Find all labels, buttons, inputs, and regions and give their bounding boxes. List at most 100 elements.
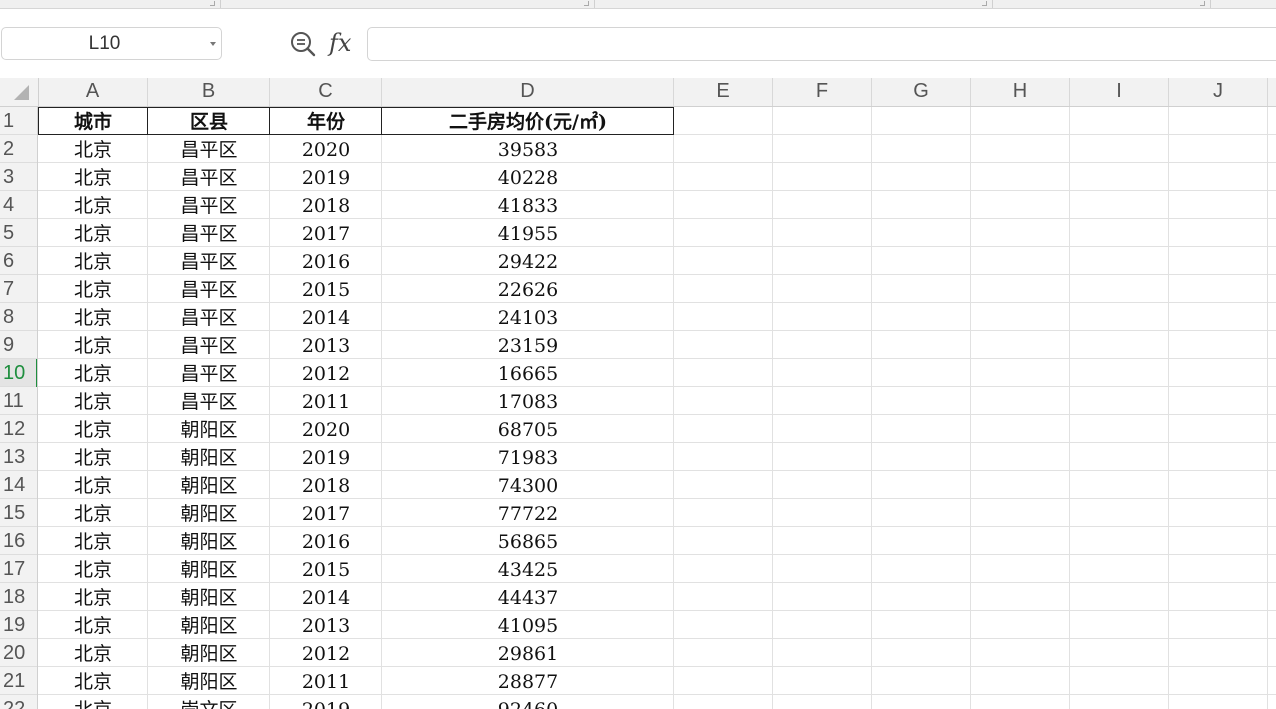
row-header-7[interactable]: 7 (0, 275, 37, 303)
table-cell[interactable]: 北京 (38, 247, 148, 275)
table-cell[interactable]: 朝阳区 (148, 443, 270, 471)
table-cell[interactable]: 昌平区 (148, 359, 270, 387)
table-cell[interactable]: 22626 (382, 275, 674, 303)
table-cell[interactable]: 北京 (38, 415, 148, 443)
table-cell[interactable]: 朝阳区 (148, 611, 270, 639)
table-cell[interactable]: 北京 (38, 443, 148, 471)
row-header-8[interactable]: 8 (0, 303, 37, 331)
insert-function-button[interactable]: fx (329, 27, 357, 59)
table-cell[interactable]: 2018 (270, 191, 382, 219)
table-cell[interactable]: 2020 (270, 135, 382, 163)
table-cell[interactable]: 29861 (382, 639, 674, 667)
table-cell[interactable]: 2012 (270, 359, 382, 387)
table-cell[interactable]: 41095 (382, 611, 674, 639)
row-header-1[interactable]: 1 (0, 107, 37, 135)
table-cell[interactable]: 北京 (38, 191, 148, 219)
table-cell[interactable]: 崇文区 (148, 695, 270, 709)
row-header-3[interactable]: 3 (0, 163, 37, 191)
table-cell[interactable]: 北京 (38, 499, 148, 527)
row-header-13[interactable]: 13 (0, 443, 37, 471)
column-header-g[interactable]: G (872, 78, 971, 106)
table-cell[interactable]: 北京 (38, 275, 148, 303)
select-all-corner[interactable] (0, 78, 39, 106)
table-cell[interactable]: 昌平区 (148, 247, 270, 275)
table-cell[interactable]: 朝阳区 (148, 499, 270, 527)
table-cell[interactable]: 北京 (38, 219, 148, 247)
table-cell[interactable]: 北京 (38, 611, 148, 639)
table-cell[interactable]: 昌平区 (148, 135, 270, 163)
table-cell[interactable]: 2014 (270, 303, 382, 331)
column-header-f[interactable]: F (773, 78, 872, 106)
table-cell[interactable]: 2016 (270, 247, 382, 275)
row-header-17[interactable]: 17 (0, 555, 37, 583)
table-cell[interactable]: 16665 (382, 359, 674, 387)
formula-input[interactable] (367, 27, 1276, 61)
table-cell[interactable]: 北京 (38, 695, 148, 709)
table-cell[interactable]: 北京 (38, 387, 148, 415)
row-header-15[interactable]: 15 (0, 499, 37, 527)
column-header-h[interactable]: H (971, 78, 1070, 106)
table-cell[interactable]: 北京 (38, 639, 148, 667)
table-cell[interactable]: 41955 (382, 219, 674, 247)
table-cell[interactable]: 2015 (270, 555, 382, 583)
column-header-a[interactable]: A (38, 78, 148, 106)
header-cell[interactable]: 年份 (270, 107, 382, 135)
table-cell[interactable]: 北京 (38, 303, 148, 331)
table-cell[interactable]: 北京 (38, 135, 148, 163)
row-header-11[interactable]: 11 (0, 387, 37, 415)
table-cell[interactable]: 昌平区 (148, 331, 270, 359)
row-header-19[interactable]: 19 (0, 611, 37, 639)
table-cell[interactable]: 2019 (270, 163, 382, 191)
row-header-21[interactable]: 21 (0, 667, 37, 695)
name-box[interactable]: L10 (1, 27, 222, 60)
row-header-12[interactable]: 12 (0, 415, 37, 443)
table-cell[interactable]: 2017 (270, 499, 382, 527)
table-cell[interactable]: 昌平区 (148, 275, 270, 303)
table-cell[interactable]: 56865 (382, 527, 674, 555)
table-cell[interactable]: 2014 (270, 583, 382, 611)
chevron-down-icon[interactable] (210, 42, 216, 46)
table-cell[interactable]: 朝阳区 (148, 471, 270, 499)
table-cell[interactable]: 昌平区 (148, 387, 270, 415)
table-cell[interactable]: 2020 (270, 415, 382, 443)
table-cell[interactable]: 北京 (38, 667, 148, 695)
table-cell[interactable]: 2015 (270, 275, 382, 303)
table-cell[interactable]: 23159 (382, 331, 674, 359)
table-cell[interactable]: 43425 (382, 555, 674, 583)
row-header-9[interactable]: 9 (0, 331, 37, 359)
column-header-e[interactable]: E (674, 78, 773, 106)
table-cell[interactable]: 2011 (270, 387, 382, 415)
column-header-j[interactable]: J (1169, 78, 1268, 106)
row-header-22[interactable]: 22 (0, 695, 37, 709)
header-cell[interactable]: 区县 (148, 107, 270, 135)
table-cell[interactable]: 朝阳区 (148, 415, 270, 443)
column-header-i[interactable]: I (1070, 78, 1169, 106)
table-cell[interactable]: 71983 (382, 443, 674, 471)
column-header-c[interactable]: C (270, 78, 382, 106)
table-cell[interactable]: 41833 (382, 191, 674, 219)
table-cell[interactable]: 2012 (270, 639, 382, 667)
table-cell[interactable]: 17083 (382, 387, 674, 415)
table-cell[interactable]: 昌平区 (148, 303, 270, 331)
table-cell[interactable]: 2019 (270, 695, 382, 709)
column-header-b[interactable]: B (148, 78, 270, 106)
table-cell[interactable]: 昌平区 (148, 191, 270, 219)
table-cell[interactable]: 北京 (38, 555, 148, 583)
table-cell[interactable]: 2018 (270, 471, 382, 499)
table-cell[interactable]: 2016 (270, 527, 382, 555)
table-cell[interactable]: 40228 (382, 163, 674, 191)
table-cell[interactable]: 74300 (382, 471, 674, 499)
row-header-20[interactable]: 20 (0, 639, 37, 667)
row-header-5[interactable]: 5 (0, 219, 37, 247)
table-cell[interactable]: 29422 (382, 247, 674, 275)
table-cell[interactable]: 北京 (38, 583, 148, 611)
row-header-4[interactable]: 4 (0, 191, 37, 219)
row-header-18[interactable]: 18 (0, 583, 37, 611)
table-cell[interactable]: 朝阳区 (148, 667, 270, 695)
zoom-formula-icon[interactable] (288, 29, 318, 59)
header-cell[interactable]: 二手房均价(元/㎡) (382, 107, 674, 135)
table-cell[interactable]: 68705 (382, 415, 674, 443)
table-cell[interactable]: 28877 (382, 667, 674, 695)
table-cell[interactable]: 朝阳区 (148, 555, 270, 583)
row-header-10[interactable]: 10 (0, 359, 37, 387)
